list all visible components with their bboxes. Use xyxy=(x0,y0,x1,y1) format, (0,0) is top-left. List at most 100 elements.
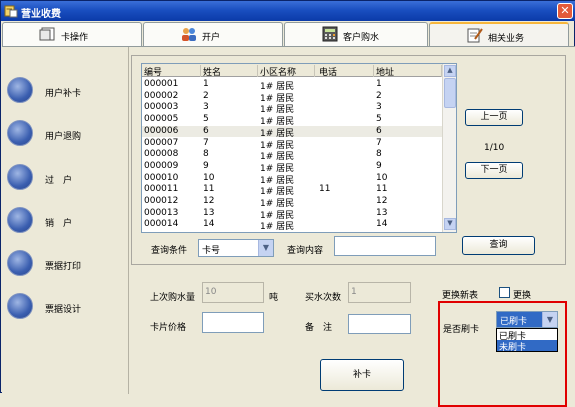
table-cell: 9 xyxy=(376,160,382,171)
table-cell: 000007 xyxy=(144,137,179,148)
scroll-down-icon[interactable]: ▼ xyxy=(444,218,456,230)
table-cell: 12 xyxy=(203,196,215,206)
card-price-label: 卡片价格 xyxy=(150,323,187,333)
query-content-input[interactable] xyxy=(334,236,436,256)
table-cell: 5 xyxy=(203,114,209,125)
table-row[interactable]: 000011 11 1# 居民 11 11 xyxy=(142,184,442,197)
table-cell: 11 xyxy=(376,184,388,195)
customer-table[interactable]: 编号 姓名 小区名称 电话 地址 000001 1 1# 居民 1 000002 2 1# … xyxy=(141,63,457,233)
dropdown-option[interactable]: 已刷卡 xyxy=(497,329,557,342)
table-cell: 000001 xyxy=(144,79,179,89)
table-cell: 3 xyxy=(376,102,382,113)
prev-page-button[interactable]: 上一页 xyxy=(465,109,523,126)
table-cell: 11 xyxy=(203,184,215,195)
scroll-thumb[interactable] xyxy=(444,78,456,108)
sidebar-item-label: 票据打印 xyxy=(45,262,82,272)
tab-customer-water[interactable]: 客户购水 xyxy=(284,22,428,46)
table-cell: 3 xyxy=(203,102,209,113)
content-area: 用户补卡 用户退购 过 户 销 户 票据打印 票据设计 编号 姓名 小区名称 电… xyxy=(2,46,575,407)
sidebar-item-transfer[interactable]: 过 户 xyxy=(2,164,129,194)
sidebar-item-print-receipt[interactable]: 票据打印 xyxy=(2,250,129,280)
table-cell: 14 xyxy=(203,219,215,230)
swiped-select[interactable]: 已刷卡 ▼ xyxy=(496,311,558,328)
tab-label: 客户购水 xyxy=(343,33,380,43)
table-row[interactable]: 000007 7 1# 居民 7 xyxy=(142,137,442,151)
table-cell: 13 xyxy=(376,207,388,218)
scroll-up-icon[interactable]: ▲ xyxy=(444,65,456,77)
tab-bar: 卡操作 开户 客户购水 相关业务 xyxy=(1,22,575,46)
main-window: 营业收费 ✕ 卡操作 开户 客户购水 相关业务 用户补卡 用户退购 过 户 销 … xyxy=(0,0,575,407)
app-icon xyxy=(4,5,18,18)
table-cell: 10 xyxy=(203,172,215,183)
table-row[interactable]: 000012 12 1# 居民 12 xyxy=(142,196,442,209)
chevron-down-icon[interactable]: ▼ xyxy=(542,312,557,327)
bullet-icon xyxy=(7,293,33,319)
bullet-icon xyxy=(7,250,33,276)
table-row[interactable]: 000006 6 1# 居民 6 xyxy=(142,125,442,139)
table-row[interactable]: 000002 2 1# 居民 2 xyxy=(142,90,442,104)
table-cell: 2 xyxy=(203,90,209,101)
table-cell: 13 xyxy=(203,207,215,218)
query-condition-select[interactable]: 卡号 ▼ xyxy=(198,239,274,257)
table-row[interactable]: 000008 8 1# 居民 8 xyxy=(142,149,442,162)
column-header[interactable]: 编号 xyxy=(144,65,201,78)
bullet-icon xyxy=(7,207,33,233)
table-row[interactable]: 000005 5 1# 居民 5 xyxy=(142,114,442,127)
select-value: 已刷卡 xyxy=(500,317,528,327)
tab-related-business[interactable]: 相关业务 xyxy=(429,22,569,46)
remark-label: 备 注 xyxy=(305,323,333,333)
buy-count-label: 买水次数 xyxy=(305,293,342,303)
query-button[interactable]: 查询 xyxy=(462,236,535,255)
table-cell: 2 xyxy=(376,90,382,101)
tab-card-ops[interactable]: 卡操作 xyxy=(2,22,142,46)
table-row[interactable]: 000001 1 1# 居民 1 xyxy=(142,79,442,92)
table-cell: 11 xyxy=(319,184,331,195)
table-row[interactable]: 000003 3 1# 居民 3 xyxy=(142,102,442,115)
remark-input[interactable] xyxy=(348,314,411,334)
sidebar-item-design-receipt[interactable]: 票据设计 xyxy=(2,293,129,323)
table-cell: 000014 xyxy=(144,219,179,230)
last-purchase-field: 10 xyxy=(202,282,264,303)
table-cell: 000006 xyxy=(144,125,179,136)
column-header[interactable]: 地址 xyxy=(376,65,442,78)
title-bar: 营业收费 ✕ xyxy=(1,1,575,21)
tab-open-account[interactable]: 开户 xyxy=(143,22,283,46)
column-header[interactable]: 小区名称 xyxy=(260,65,315,78)
table-cell: 000003 xyxy=(144,102,179,113)
table-cell: 12 xyxy=(376,196,388,206)
next-page-button[interactable]: 下一页 xyxy=(465,162,523,179)
table-cell: 000009 xyxy=(144,160,179,171)
sidebar-item-close-account[interactable]: 销 户 xyxy=(2,207,129,237)
table-cell: 000010 xyxy=(144,172,179,183)
table-row[interactable]: 000013 13 1# 居民 13 xyxy=(142,207,442,221)
change-meter-label: 更换新表 xyxy=(442,291,479,301)
table-row[interactable]: 000009 9 1# 居民 9 xyxy=(142,160,442,174)
table-row[interactable]: 000010 10 1# 居民 10 xyxy=(142,172,442,186)
users-icon xyxy=(182,28,196,41)
table-row[interactable]: 000014 14 1# 居民 14 xyxy=(142,219,442,232)
table-cell: 000002 xyxy=(144,90,179,101)
bullet-icon xyxy=(7,120,33,146)
dropdown-option[interactable]: 未刷卡 xyxy=(497,340,557,353)
table-cell: 000005 xyxy=(144,114,179,125)
change-meter-checkbox[interactable] xyxy=(499,287,510,298)
chevron-down-icon[interactable]: ▼ xyxy=(258,240,273,256)
table-cell: 14 xyxy=(376,219,388,230)
vertical-scrollbar[interactable]: ▲ ▼ xyxy=(442,64,456,232)
column-header[interactable]: 姓名 xyxy=(203,65,258,78)
table-cell: 1 xyxy=(203,79,209,89)
swiped-dropdown-list[interactable]: 已刷卡 未刷卡 xyxy=(496,328,558,353)
tab-label: 卡操作 xyxy=(61,33,89,43)
sidebar-item-reissue-card[interactable]: 用户补卡 xyxy=(2,77,129,107)
reissue-card-button[interactable]: 补卡 xyxy=(320,359,404,391)
card-price-input[interactable] xyxy=(202,312,264,333)
tab-label: 相关业务 xyxy=(488,34,525,44)
notepad-icon xyxy=(467,28,483,43)
column-header[interactable]: 电话 xyxy=(319,65,374,78)
table-cell: 000008 xyxy=(144,149,179,160)
table-cell: 000013 xyxy=(144,207,179,218)
table-cell: 7 xyxy=(376,137,382,148)
close-button[interactable]: ✕ xyxy=(557,3,573,19)
swiped-label: 是否刷卡 xyxy=(443,325,480,335)
sidebar-item-refund[interactable]: 用户退购 xyxy=(2,120,129,150)
